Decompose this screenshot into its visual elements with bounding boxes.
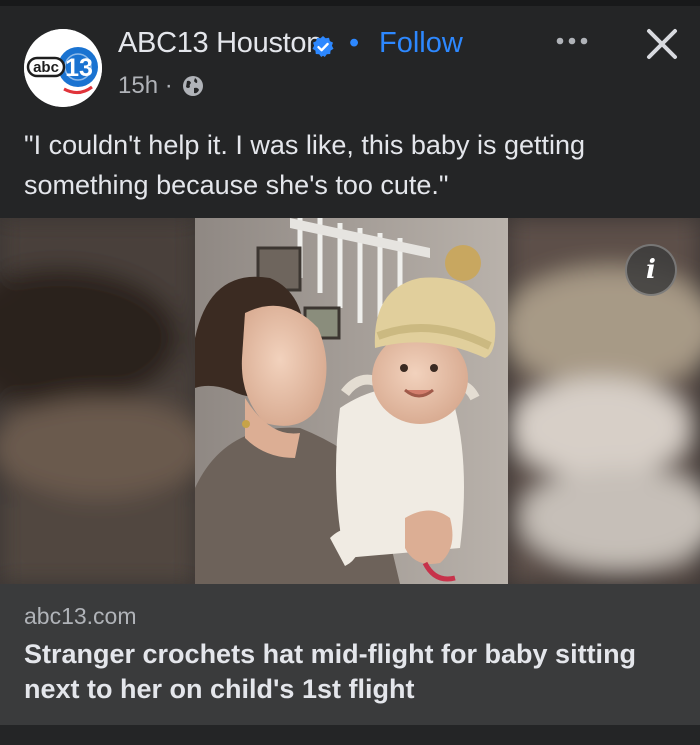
page-name[interactable]: ABC13 Houston (118, 27, 322, 60)
abc13-logo: abc 13 (24, 29, 102, 107)
post-photo[interactable] (0, 218, 700, 584)
info-icon[interactable]: i (625, 244, 677, 296)
post-meta: 15h · (118, 72, 205, 100)
follow-button[interactable]: Follow (379, 27, 463, 60)
bottom-spacer (0, 725, 700, 745)
close-icon[interactable] (644, 26, 680, 62)
facebook-post: abc 13 ABC13 Houston • Follow 15h · "I c… (0, 0, 700, 745)
link-headline[interactable]: Stranger crochets hat mid-flight for bab… (24, 637, 674, 707)
photo-illustration (0, 218, 700, 584)
page-avatar[interactable]: abc 13 (24, 29, 102, 107)
more-options-icon[interactable] (554, 26, 590, 56)
logo-number-text: 13 (65, 54, 93, 82)
verified-badge-icon (312, 36, 334, 57)
link-domain: abc13.com (24, 603, 137, 629)
timestamp[interactable]: 15h · (118, 72, 173, 100)
post-caption: "I couldn't help it. I was like, this ba… (24, 130, 586, 200)
globe-icon[interactable] (181, 74, 205, 98)
separator-dot: • (349, 27, 360, 59)
logo-abc-text: abc (33, 59, 59, 76)
top-divider (0, 0, 700, 6)
